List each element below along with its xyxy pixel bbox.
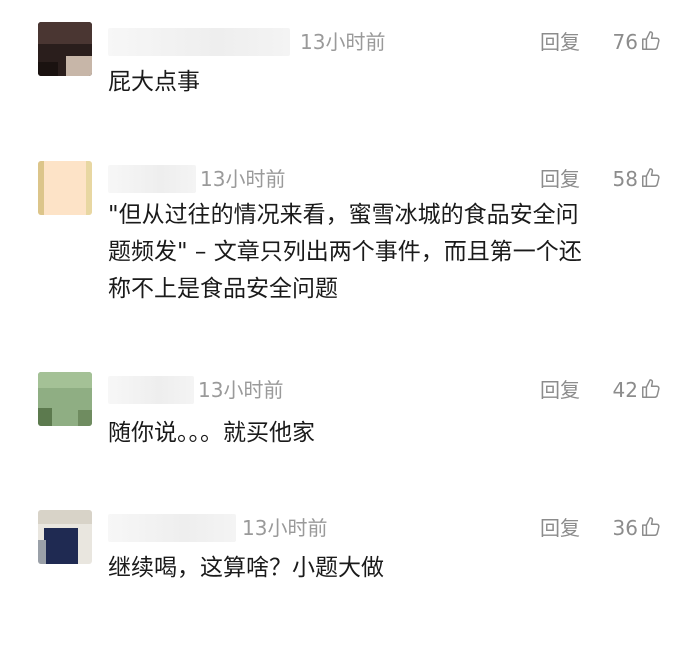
timestamp: 13小时前 [300, 30, 386, 54]
like-count: 36 [612, 516, 638, 540]
avatar-image [38, 22, 92, 76]
comment-text: "但从过往的情况来看，蜜雪冰城的食品安全问 题频发" – 文章只列出两个事件，而… [108, 202, 582, 302]
timestamp: 13小时前 [200, 167, 286, 191]
username[interactable] [108, 165, 196, 193]
reply-button[interactable]: 回复 [540, 165, 580, 193]
username[interactable] [108, 28, 290, 56]
timestamp: 13小时前 [198, 378, 284, 402]
username[interactable] [108, 514, 236, 542]
reply-button[interactable]: 回复 [540, 376, 580, 404]
avatar-image [38, 510, 92, 564]
reply-button[interactable]: 回复 [540, 514, 580, 542]
reply-button[interactable]: 回复 [540, 28, 580, 56]
thumbs-up-icon[interactable] [640, 516, 662, 538]
avatar[interactable] [38, 161, 92, 215]
timestamp: 13小时前 [242, 516, 328, 540]
comment-text: 继续喝，这算啥？小题大做 [108, 555, 384, 581]
like-count: 58 [612, 167, 638, 191]
avatar[interactable] [38, 510, 92, 564]
like-count: 42 [612, 378, 638, 402]
avatar[interactable] [38, 22, 92, 76]
comment-list: { "comments": [ { "time": "13小时前", "repl… [0, 0, 700, 646]
comment-text: 随你说。。。就买他家 [108, 420, 315, 446]
avatar[interactable] [38, 372, 92, 426]
avatar-image [38, 161, 92, 215]
like-count: 76 [612, 30, 638, 54]
thumbs-up-icon[interactable] [640, 30, 662, 52]
avatar-image [38, 372, 92, 426]
username[interactable] [108, 376, 194, 404]
comment-text: 屁大点事 [108, 69, 200, 95]
thumbs-up-icon[interactable] [640, 378, 662, 400]
thumbs-up-icon[interactable] [640, 167, 662, 189]
